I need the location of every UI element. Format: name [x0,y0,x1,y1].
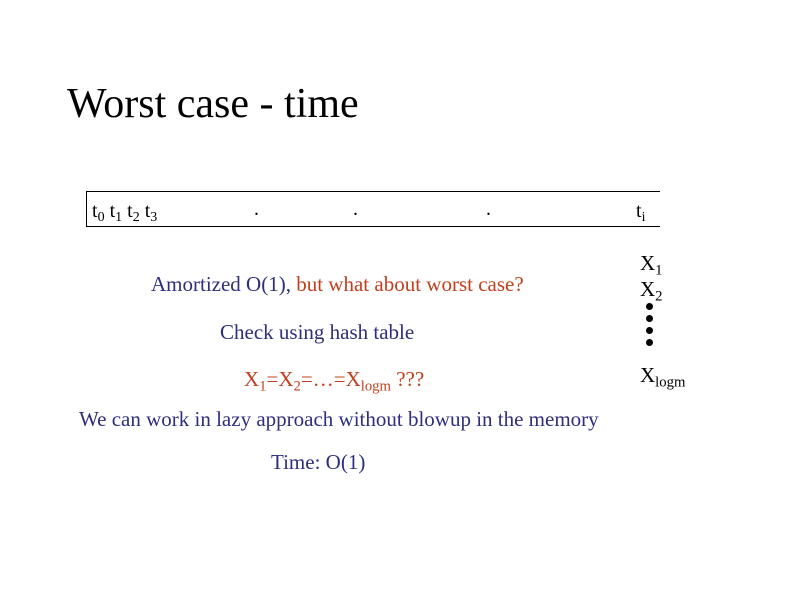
vertical-ellipsis-dot [646,327,653,334]
timeline-label-t2: t2 [127,200,140,226]
timeline-box [86,191,660,227]
timeline-dot-2: . [353,198,358,220]
timeline-label-t3: t3 [144,200,158,226]
x2-label: X2 [640,277,663,305]
timeline-dot-3: . [486,198,491,220]
vertical-ellipsis-dot [646,315,653,322]
timeline-labels: t0 t1 t2 t3 [92,199,158,226]
worst-case-question: but what about worst case? [290,272,524,296]
check-hash-table-line: Check using hash table [220,320,415,344]
xlogm-label: Xlogm [640,363,686,391]
x1-label: X1 [640,251,663,279]
vertical-ellipsis-dot [646,303,653,310]
amortized-line: Amortized O(1), but what about worst cas… [151,271,524,297]
vertical-ellipsis-dot [646,339,653,346]
timeline-label-ti: ti [636,200,646,226]
amortized-text: Amortized O(1), [151,272,291,296]
slide-title: Worst case - time [67,81,359,127]
timeline-label-t0: t0 [92,200,105,226]
time-complexity-line: Time: O(1) [271,450,366,474]
timeline-label-t1: t1 [109,200,123,226]
equality-line: X1=X2=…=Xlogm ??? [244,367,425,395]
lazy-approach-line: We can work in lazy approach without blo… [79,407,599,431]
timeline-dot-1: . [254,198,259,220]
